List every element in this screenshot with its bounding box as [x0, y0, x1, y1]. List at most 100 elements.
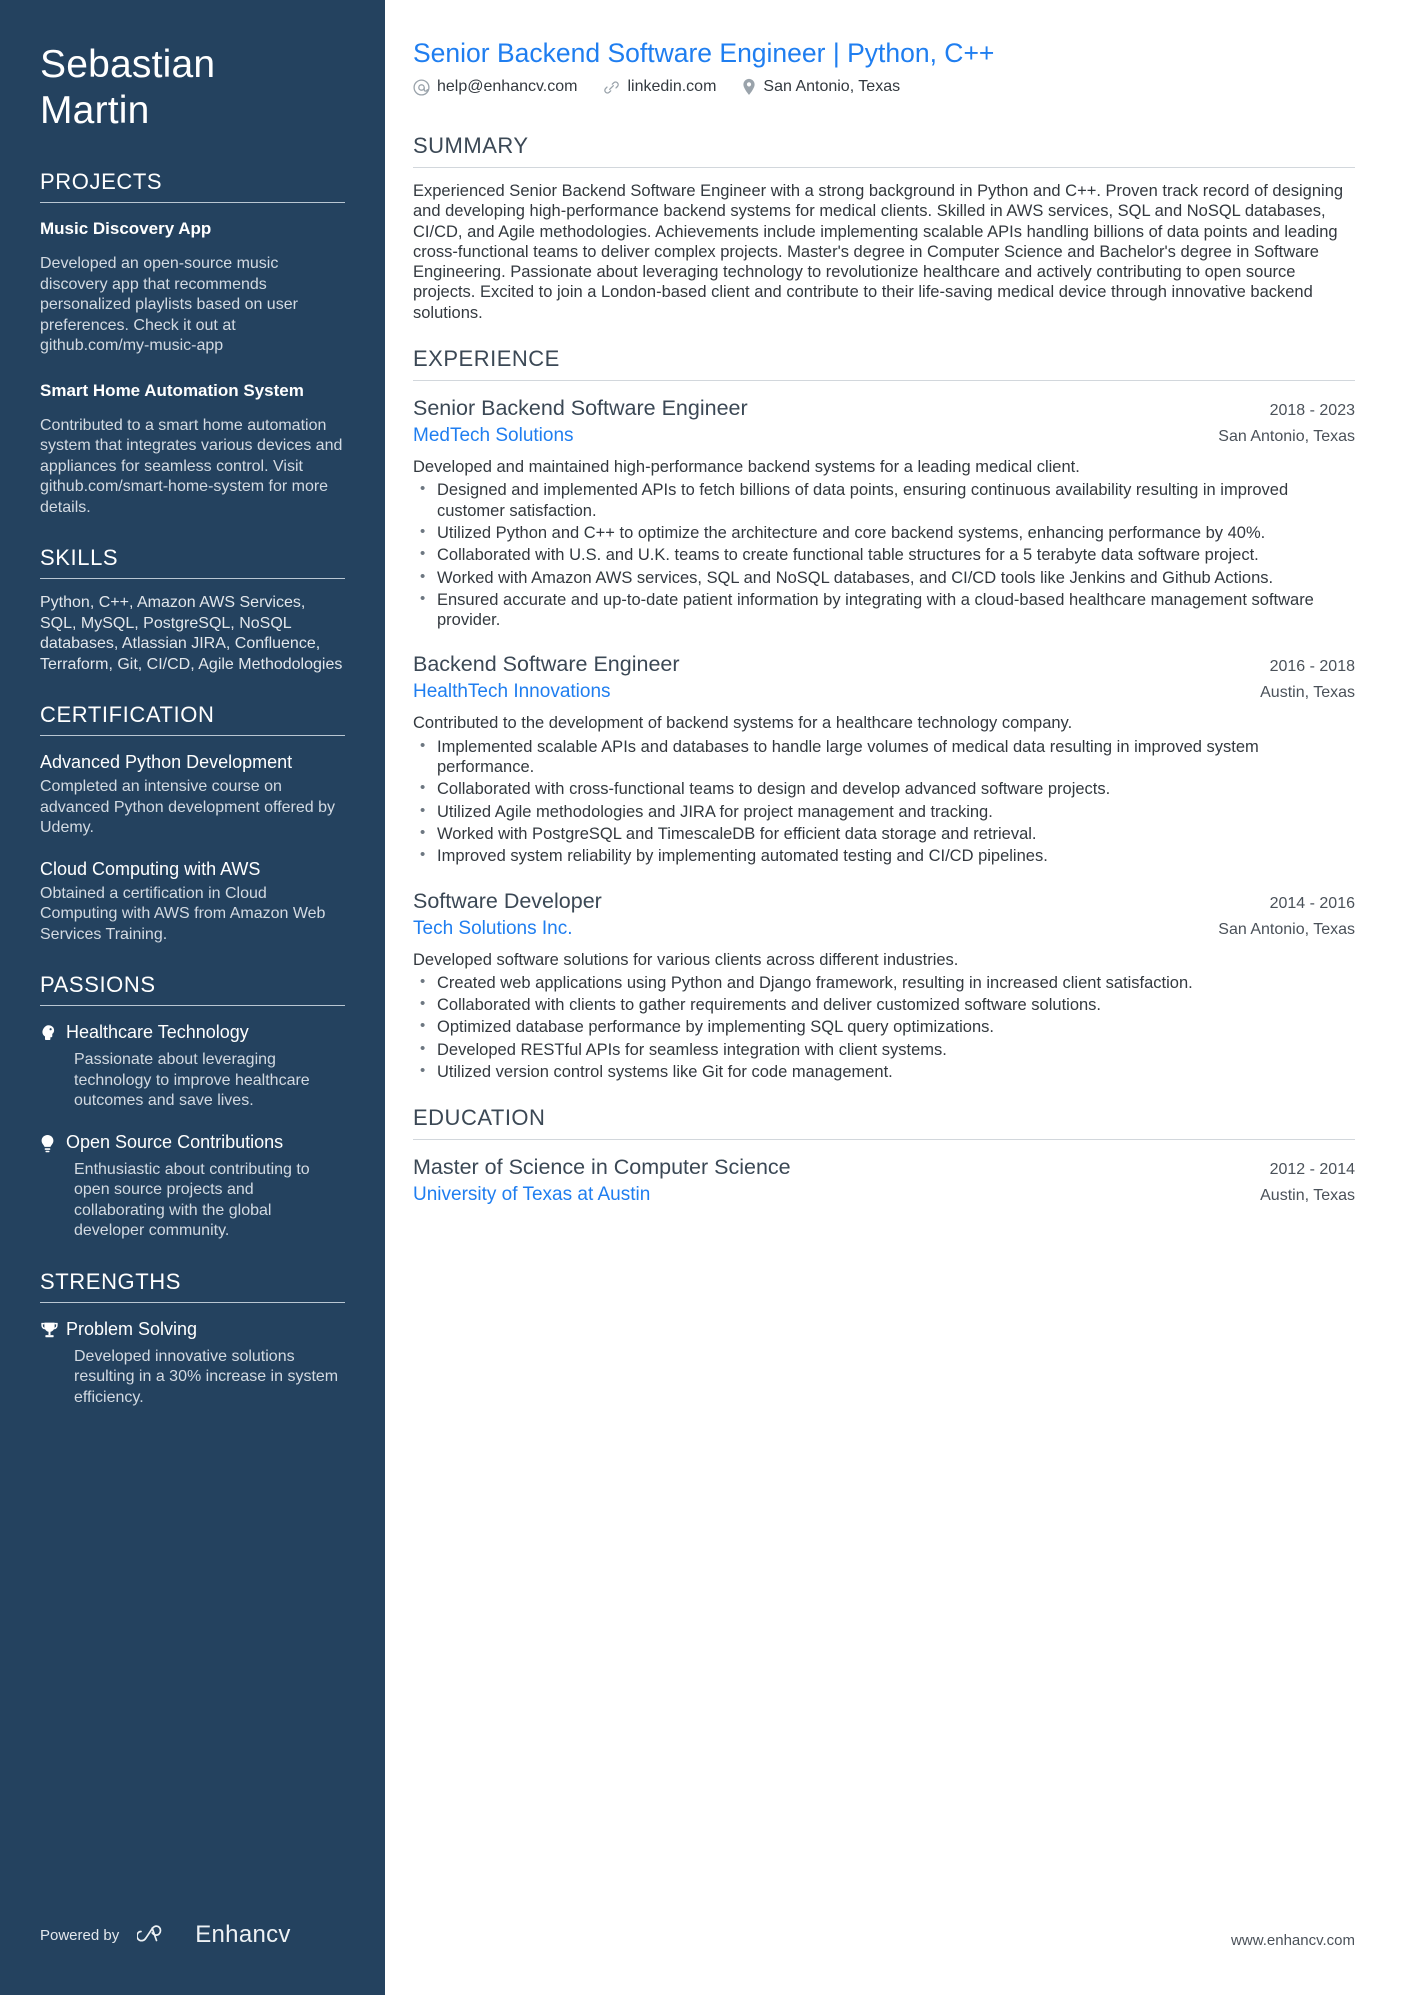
- passion-item: Open Source Contributions Enthusiastic a…: [40, 1130, 345, 1242]
- experience-location: Austin, Texas: [1260, 684, 1355, 702]
- sidebar-footer: Powered by Enhancv: [40, 1921, 291, 1949]
- education-school[interactable]: University of Texas at Austin: [413, 1182, 650, 1207]
- experience-bullet: Utilized Agile methodologies and JIRA fo…: [413, 801, 1355, 822]
- main-column: Senior Backend Software Engineer | Pytho…: [385, 0, 1410, 1995]
- experience-bullet: Collaborated with U.S. and U.K. teams to…: [413, 544, 1355, 565]
- experience-bullet: Created web applications using Python an…: [413, 972, 1355, 993]
- sidebar: Sebastian Martin PROJECTS Music Discover…: [0, 0, 385, 1995]
- passion-description: Passionate about leveraging technology t…: [74, 1051, 310, 1109]
- experience-company[interactable]: MedTech Solutions: [413, 423, 574, 448]
- certification-item: Advanced Python Development Completed an…: [40, 750, 345, 839]
- contact-email-text: help@enhancv.com: [437, 78, 578, 95]
- strength-description: Developed innovative solutions resulting…: [74, 1347, 339, 1406]
- experience-role: Software Developer: [413, 888, 602, 913]
- experience-bullet: Worked with PostgreSQL and TimescaleDB f…: [413, 823, 1355, 844]
- experience-bullet: Ensured accurate and up-to-date patient …: [413, 589, 1355, 631]
- project-description: Developed an open-source music discovery…: [40, 255, 298, 354]
- experience-description: Developed and maintained high-performanc…: [413, 458, 1080, 477]
- contact-email[interactable]: help@enhancv.com: [413, 78, 577, 96]
- summary-heading: SUMMARY: [413, 133, 529, 158]
- certification-description: Completed an intensive course on advance…: [40, 778, 336, 836]
- experience-bullet: Worked with Amazon AWS services, SQL and…: [413, 567, 1355, 588]
- experience-divider: [413, 380, 1355, 382]
- experience-role: Backend Software Engineer: [413, 652, 680, 677]
- section-education: EDUCATION Master of Science in Computer …: [413, 1104, 1355, 1207]
- candidate-first-name: Sebastian: [40, 43, 216, 86]
- experience-entry: Software Developer 2014 - 2016 Tech Solu…: [413, 887, 1355, 1083]
- certification-title: Cloud Computing with AWS: [40, 858, 261, 879]
- project-item: Smart Home Automation System Contributed…: [40, 379, 345, 519]
- experience-bullet: Developed RESTful APIs for seamless inte…: [413, 1039, 1355, 1060]
- experience-entry: Senior Backend Software Engineer 2018 - …: [413, 394, 1355, 630]
- skills-divider: [40, 578, 345, 579]
- project-item: Music Discovery App Developed an open-so…: [40, 217, 345, 357]
- experience-bullet: Utilized Python and C++ to optimize the …: [413, 522, 1355, 543]
- passions-heading: PASSIONS: [40, 972, 156, 997]
- passion-item: Healthcare Technology Passionate about l…: [40, 1020, 345, 1112]
- education-degree: Master of Science in Computer Science: [413, 1155, 791, 1180]
- project-title: Music Discovery App: [40, 219, 212, 238]
- location-pin-icon: [742, 78, 756, 96]
- section-certification: CERTIFICATION Advanced Python Developmen…: [40, 701, 345, 945]
- enhancv-wordmark: Enhancv: [195, 1921, 291, 1948]
- experience-company[interactable]: Tech Solutions Inc.: [413, 916, 572, 941]
- section-experience: EXPERIENCE Senior Backend Software Engin…: [413, 345, 1355, 1082]
- education-dates: 2012 - 2014: [1269, 1161, 1355, 1179]
- experience-dates: 2014 - 2016: [1269, 894, 1355, 912]
- education-location: Austin, Texas: [1260, 1187, 1355, 1205]
- projects-heading: PROJECTS: [40, 169, 163, 194]
- experience-bullet: Optimized database performance by implem…: [413, 1016, 1355, 1037]
- summary-divider: [413, 167, 1355, 168]
- passion-title: Healthcare Technology: [66, 1022, 249, 1042]
- certification-heading: CERTIFICATION: [40, 702, 215, 727]
- skills-list: Python, C++, Amazon AWS Services, SQL, M…: [40, 594, 343, 673]
- link-icon: [603, 79, 620, 96]
- candidate-name: Sebastian Martin: [40, 42, 345, 134]
- footer-url[interactable]: www.enhancv.com: [1231, 1932, 1355, 1949]
- project-title: Smart Home Automation System: [40, 380, 304, 400]
- experience-company[interactable]: HealthTech Innovations: [413, 679, 611, 704]
- headline: Senior Backend Software Engineer | Pytho…: [413, 38, 995, 68]
- education-divider: [413, 1139, 1355, 1141]
- certification-divider: [40, 735, 345, 736]
- candidate-last-name: Martin: [40, 89, 150, 132]
- lightbulb-icon: [40, 1130, 66, 1154]
- strengths-divider: [40, 1301, 345, 1303]
- enhancv-logo-icon: [137, 1922, 187, 1948]
- experience-entry: Backend Software Engineer 2016 - 2018 He…: [413, 650, 1355, 866]
- strengths-heading: STRENGTHS: [40, 1268, 182, 1294]
- trophy-icon: [40, 1317, 66, 1340]
- certification-item: Cloud Computing with AWS Obtained a cert…: [40, 857, 345, 946]
- contact-linkedin[interactable]: linkedin.com: [603, 78, 716, 96]
- experience-description: Contributed to the development of backen…: [413, 714, 1073, 733]
- section-strengths: STRENGTHS Problem Solving Developed inno…: [40, 1268, 345, 1409]
- certification-title: Advanced Python Development: [40, 752, 293, 772]
- experience-location: San Antonio, Texas: [1218, 920, 1355, 938]
- education-heading: EDUCATION: [413, 1105, 546, 1131]
- experience-bullet: Collaborated with clients to gather requ…: [413, 994, 1355, 1015]
- strength-item: Problem Solving Developed innovative sol…: [40, 1317, 345, 1409]
- experience-bullets: Designed and implemented APIs to fetch b…: [413, 479, 1355, 631]
- certification-description: Obtained a certification in Cloud Comput…: [40, 884, 326, 943]
- education-entry: Master of Science in Computer Science 20…: [413, 1153, 1355, 1207]
- contact-location: San Antonio, Texas: [742, 78, 900, 96]
- experience-dates: 2018 - 2023: [1269, 402, 1355, 420]
- summary-text: Experienced Senior Backend Software Engi…: [413, 182, 1344, 322]
- at-email-icon: [413, 78, 430, 96]
- experience-bullets: Implemented scalable APIs and databases …: [413, 736, 1355, 867]
- experience-description: Developed software solutions for various…: [413, 950, 959, 969]
- contact-location-text: San Antonio, Texas: [763, 78, 901, 95]
- section-summary: SUMMARY Experienced Senior Backend Softw…: [413, 132, 1355, 323]
- strength-title: Problem Solving: [66, 1318, 198, 1339]
- powered-by-label: Powered by: [40, 1926, 120, 1944]
- experience-dates: 2016 - 2018: [1269, 658, 1355, 676]
- projects-divider: [40, 202, 345, 203]
- passion-title: Open Source Contributions: [66, 1131, 284, 1152]
- section-skills: SKILLS Python, C++, Amazon AWS Services,…: [40, 544, 345, 675]
- section-projects: PROJECTS Music Discovery App Developed a…: [40, 168, 345, 518]
- experience-bullet: Implemented scalable APIs and databases …: [413, 736, 1355, 778]
- contact-row: help@enhancv.com linkedin.com San Antoni…: [413, 78, 1355, 96]
- project-description: Contributed to a smart home automation s…: [40, 416, 343, 516]
